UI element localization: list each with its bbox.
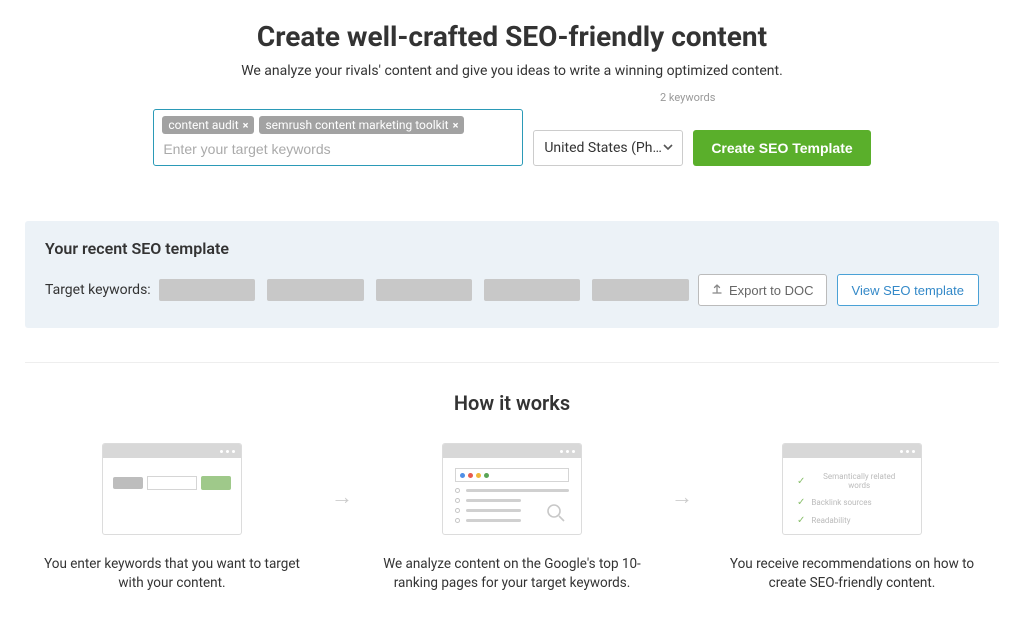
rec-item: Semantically related words (811, 472, 907, 490)
page-title: Create well-crafted SEO-friendly content (25, 20, 999, 53)
hiw-step-text: You enter keywords that you want to targ… (25, 555, 319, 593)
how-it-works-steps: You enter keywords that you want to targ… (25, 443, 999, 593)
hiw-illustration-1 (102, 443, 242, 535)
rec-item: Readability (811, 516, 850, 525)
arrow-right-icon: → (327, 484, 357, 510)
keyword-tag-label: semrush content marketing toolkit (265, 118, 448, 132)
check-icon: ✓ (797, 533, 805, 535)
export-icon (711, 283, 723, 298)
hiw-step-3: ✓ Semantically related words ✓ Backlink so… (705, 443, 999, 593)
arrow-right-icon: → (667, 484, 697, 510)
view-template-button[interactable]: View SEO template (837, 274, 979, 306)
keyword-input-box[interactable]: content audit × semrush content marketin… (153, 109, 523, 166)
remove-tag-icon[interactable]: × (243, 119, 249, 132)
keyword-tags: content audit × semrush content marketin… (162, 116, 514, 134)
hiw-step-1: You enter keywords that you want to targ… (25, 443, 319, 593)
check-icon: ✓ (797, 476, 805, 487)
hiw-step-text: You receive recommendations on how to cr… (705, 555, 999, 593)
hiw-illustration-2 (442, 443, 582, 535)
magnifier-icon (545, 502, 567, 528)
section-divider (25, 362, 999, 363)
how-it-works-title: How it works (25, 391, 999, 415)
check-icon: ✓ (797, 497, 805, 508)
page-subtitle: We analyze your rivals' content and give… (25, 63, 999, 79)
keyword-tag-label: content audit (168, 118, 238, 132)
keyword-input[interactable] (162, 139, 514, 159)
keyword-count: 2 keywords (660, 91, 715, 104)
export-doc-label: Export to DOC (729, 283, 814, 298)
check-icon: ✓ (797, 515, 805, 526)
hiw-step-2: We analyze content on the Google's top 1… (365, 443, 659, 593)
remove-tag-icon[interactable]: × (453, 119, 459, 132)
target-keywords-redacted (159, 279, 689, 301)
hiw-step-text: We analyze content on the Google's top 1… (365, 555, 659, 593)
region-select-label: United States (Pho… (544, 140, 662, 156)
hiw-illustration-3: ✓ Semantically related words ✓ Backlink so… (782, 443, 922, 535)
rec-item: More... (811, 534, 836, 535)
target-keywords-label: Target keywords: (45, 282, 151, 298)
chevron-down-icon (662, 141, 674, 156)
recent-template-title: Your recent SEO template (45, 239, 979, 258)
create-template-button[interactable]: Create SEO Template (693, 130, 870, 166)
export-doc-button[interactable]: Export to DOC (698, 274, 827, 306)
region-select[interactable]: United States (Pho… (533, 130, 683, 166)
keyword-tag[interactable]: content audit × (162, 116, 254, 134)
rec-item: Backlink sources (811, 498, 871, 507)
recent-template-panel: Your recent SEO template Target keywords… (25, 221, 999, 328)
keyword-tag[interactable]: semrush content marketing toolkit × (259, 116, 464, 134)
create-form: 2 keywords content audit × semrush conte… (25, 109, 999, 166)
